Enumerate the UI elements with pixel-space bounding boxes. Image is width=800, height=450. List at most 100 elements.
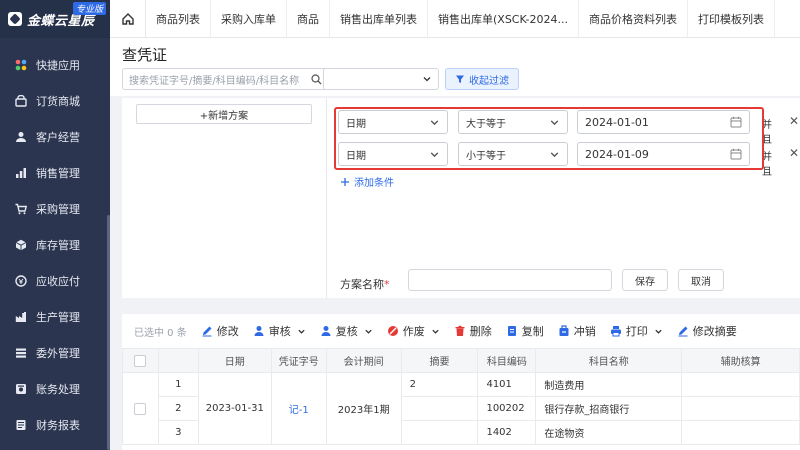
reverse-button[interactable]: 冲销 [558,323,596,339]
delete-button[interactable]: 删除 [454,323,492,339]
toolbar-label: 审核 [268,325,291,338]
sidebar-item-label: 财务报表 [36,419,80,432]
scheme-name-text: 方案名称 [340,278,384,291]
toolbar-label: 打印 [625,325,648,338]
coin-icon [14,274,28,288]
voucher-search-input[interactable]: 搜索凭证字号/摘要/科目编码/科目名称 [122,68,328,90]
sidebar-item-label: 客户经营 [36,131,80,144]
period-cell: 2023年1期 [325,372,402,445]
sidebar-item-label: 委外管理 [36,347,80,360]
apps-icon [14,58,28,72]
print-button[interactable]: 打印 [610,323,663,339]
add-scheme-button[interactable]: +新增方案 [136,104,312,124]
collapse-filter-button[interactable]: 收起过滤 [445,68,519,90]
store-icon [14,94,28,108]
tab-product-price-list[interactable]: 商品价格资料列表 [579,0,689,38]
sidebar-item-receivable-payable[interactable]: 应收应付 [0,263,110,299]
sidebar-item-production[interactable]: 生产管理 [0,299,110,335]
summary-cell: 2 [400,372,479,397]
sidebar-scrollbar[interactable] [107,215,110,450]
trash-icon [455,325,465,336]
auxiliary-cell [681,372,800,397]
home-icon [121,12,134,25]
tab-product-list[interactable]: 商品列表 [146,0,211,38]
required-mark: * [384,278,390,291]
chevron-down-icon [365,329,372,334]
brand-logo[interactable]: 金蝶云星辰 专业版 [0,0,110,38]
sidebar-item-quick-apps[interactable]: 快捷应用 [0,47,110,83]
divider [326,98,327,298]
sidebar-item-label: 应收应付 [36,275,80,288]
toolbar-label: 冲销 [573,325,596,338]
toolbar-label: 作废 [402,325,425,338]
table-header-row: 日期 凭证字号 会计期间 摘要 科目编码 科目名称 辅助核算 [122,348,800,373]
sidebar-item-sales[interactable]: 销售管理 [0,155,110,191]
row-checkbox[interactable] [134,402,147,415]
column-header-voucher-no[interactable]: 凭证字号 [270,348,327,373]
save-button[interactable]: 保存 [622,269,668,291]
column-header-period[interactable]: 会计期间 [325,348,402,373]
audit-button[interactable]: 审核 [253,323,306,339]
plus-icon [341,177,349,186]
table-row[interactable]: 1 2023-01-31 记-1 2023年1期 2 4101 制造费用 [122,372,800,445]
sidebar-item-store[interactable]: 订货商城 [0,83,110,119]
void-button[interactable]: 作废 [387,323,440,339]
sidebar-item-ledger[interactable]: 账务处理 [0,371,110,407]
select-all-cell[interactable] [122,348,159,373]
edition-badge: 专业版 [72,2,106,15]
chevron-down-icon [298,329,305,334]
column-header-summary[interactable]: 摘要 [400,348,479,373]
filter-scheme-select[interactable] [323,68,439,90]
print-icon [610,326,621,337]
sidebar-item-financial-reports[interactable]: 财务报表 [0,407,110,443]
column-header-account-name[interactable]: 科目名称 [535,348,683,373]
column-header-seq [157,348,199,373]
cancel-button[interactable]: 取消 [678,269,724,291]
remove-condition-1-icon[interactable]: ✕ [789,114,799,128]
sidebar-item-inventory[interactable]: 库存管理 [0,227,110,263]
tab-sales-outbound-list[interactable]: 销售出库单列表 [330,0,428,38]
select-all-checkbox[interactable] [134,354,147,367]
ledger-icon [14,382,28,396]
sidebar-item-purchase[interactable]: 采购管理 [0,191,110,227]
sidebar-item-label: 快捷应用 [36,59,80,72]
void-icon [387,326,398,336]
auxiliary-cell [681,420,800,445]
home-tab[interactable] [110,0,146,38]
add-condition-button[interactable]: 添加条件 [340,174,394,189]
remove-condition-2-icon[interactable]: ✕ [789,146,799,160]
sidebar-item-label: 账务处理 [36,383,80,396]
row-select-cell[interactable] [122,372,159,445]
scheme-name-input[interactable] [408,269,612,291]
recheck-icon [321,326,331,336]
page-title: 查凭证 [122,46,168,64]
tab-print-template-list[interactable]: 打印模板列表 [688,0,776,38]
sales-chart-icon [14,166,28,180]
sidebar-item-outsourcing[interactable]: 委外管理 [0,335,110,371]
recheck-button[interactable]: 复核 [320,323,373,339]
summary-cell [400,396,479,421]
sidebar-item-customer[interactable]: 客户经营 [0,119,110,155]
highlight-box [334,107,764,170]
search-placeholder: 搜索凭证字号/摘要/科目编码/科目名称 [129,75,300,87]
sidebar-item-label: 订货商城 [36,95,80,108]
copy-icon [507,326,516,336]
tab-sales-outbound-order[interactable]: 销售出库单(XSCK-2024... [428,0,580,38]
column-header-account-code[interactable]: 科目编码 [477,348,537,373]
tab-purchase-receipt[interactable]: 采购入库单 [211,0,287,38]
voucher-number-link[interactable]: 记-1 [270,372,327,445]
tab-product[interactable]: 商品 [287,0,330,38]
sidebar-item-label: 生产管理 [36,311,80,324]
chevron-down-icon [423,77,431,82]
edit-summary-button[interactable]: 修改摘要 [677,323,737,339]
column-header-auxiliary[interactable]: 辅助核算 [681,348,800,373]
page-header: 查凭证 搜索凭证字号/摘要/科目编码/科目名称 收起过滤 [110,38,800,96]
edit-button[interactable]: 修改 [201,323,239,339]
account-code-cell: 100202 [477,396,537,421]
column-header-date[interactable]: 日期 [197,348,272,373]
copy-button[interactable]: 复制 [506,323,544,339]
collapse-filter-label: 收起过滤 [469,75,509,87]
sidebar-item-label: 采购管理 [36,203,80,216]
toolbar-label: 修改摘要 [692,325,737,338]
sidebar-item-label: 销售管理 [36,167,80,180]
